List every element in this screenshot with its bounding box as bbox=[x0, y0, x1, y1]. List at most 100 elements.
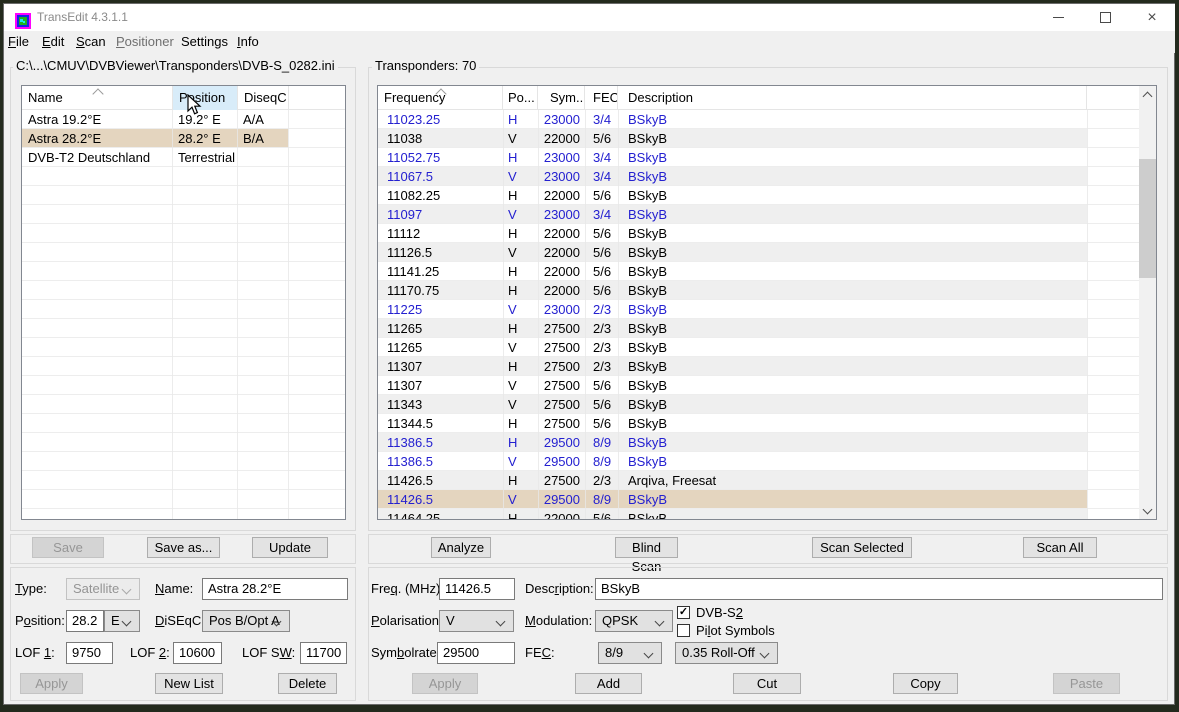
menu-item-info[interactable]: Info bbox=[237, 31, 259, 53]
freq-field[interactable]: 11426.5 bbox=[439, 578, 515, 600]
cut-button[interactable]: Cut bbox=[733, 673, 801, 694]
name-field[interactable]: Astra 28.2°E bbox=[202, 578, 348, 600]
d-cell: BSkyB bbox=[628, 112, 667, 127]
d-cell: BSkyB bbox=[628, 435, 667, 450]
new-list-button[interactable]: New List bbox=[155, 673, 223, 694]
lof1-field[interactable]: 9750 bbox=[66, 642, 113, 664]
lof2-field[interactable]: 10600 bbox=[173, 642, 222, 664]
d-cell: BSkyB bbox=[628, 492, 667, 507]
dvbs2-checkbox[interactable]: ✓ bbox=[677, 606, 690, 619]
transponder-row[interactable]: 11307V275005/6BSkyB bbox=[378, 376, 1139, 395]
scan-all-button[interactable]: Scan All bbox=[1023, 537, 1097, 558]
save-as-button[interactable]: Save as... bbox=[147, 537, 220, 558]
transponder-row[interactable]: 11126.5V220005/6BSkyB bbox=[378, 243, 1139, 262]
transponder-row[interactable]: 11343V275005/6BSkyB bbox=[378, 395, 1139, 414]
transponder-row[interactable]: 11307H275002/3BSkyB bbox=[378, 357, 1139, 376]
add-button[interactable]: Add bbox=[575, 673, 642, 694]
menu-item-positioner: Positioner bbox=[116, 31, 174, 53]
copy-button[interactable]: Copy bbox=[893, 673, 958, 694]
p-cell: H bbox=[508, 150, 517, 165]
column-header-filler bbox=[1087, 86, 1139, 110]
menu-item-edit[interactable]: Edit bbox=[42, 31, 64, 53]
name-cell: DVB-T2 Deutschland bbox=[28, 150, 150, 165]
vertical-scrollbar[interactable] bbox=[1139, 86, 1156, 519]
f-cell: 11343 bbox=[387, 397, 422, 412]
transponder-row[interactable]: 11386.5V295008/9BSkyB bbox=[378, 452, 1139, 471]
transponder-row[interactable]: 11426.5H275002/3Arqiva, Freesat bbox=[378, 471, 1139, 490]
scan-selected-button[interactable]: Scan Selected bbox=[812, 537, 912, 558]
column-header-position[interactable]: Position bbox=[173, 86, 238, 110]
transponder-row[interactable]: 11265V275002/3BSkyB bbox=[378, 338, 1139, 357]
transponder-row[interactable]: 11038V220005/6BSkyB bbox=[378, 129, 1139, 148]
lofsw-field[interactable]: 11700 bbox=[300, 642, 347, 664]
p-cell: H bbox=[508, 321, 517, 336]
column-header-fec[interactable]: FEC bbox=[585, 86, 618, 110]
scroll-up-button[interactable] bbox=[1139, 86, 1156, 103]
update-button[interactable]: Update bbox=[252, 537, 328, 558]
transponder-row[interactable]: 11082.25H220005/6BSkyB bbox=[378, 186, 1139, 205]
minimize-button[interactable] bbox=[1035, 4, 1082, 31]
s-cell: 22000 bbox=[538, 188, 580, 203]
maximize-button[interactable] bbox=[1082, 4, 1129, 31]
transponder-row[interactable]: 11097V230003/4BSkyB bbox=[378, 205, 1139, 224]
f-cell: 11112 bbox=[387, 226, 420, 241]
s-cell: 22000 bbox=[538, 131, 580, 146]
s-cell: 29500 bbox=[538, 454, 580, 469]
modulation-select[interactable]: QPSK bbox=[595, 610, 673, 632]
transponder-row[interactable]: 11170.75H220005/6BSkyB bbox=[378, 281, 1139, 300]
d-cell: BSkyB bbox=[628, 188, 667, 203]
column-header-polarisation[interactable]: Po... bbox=[503, 86, 538, 110]
close-button[interactable]: × bbox=[1129, 4, 1175, 31]
transponder-row[interactable]: 11067.5V230003/4BSkyB bbox=[378, 167, 1139, 186]
column-header-symbolrate[interactable]: Sym... bbox=[538, 86, 585, 110]
f-cell: 11023.25 bbox=[387, 112, 440, 127]
position-cell: Terrestrial bbox=[178, 150, 235, 165]
apply-list-button: Apply bbox=[20, 673, 83, 694]
fec-cell: 2/3 bbox=[593, 340, 611, 355]
column-header-description[interactable]: Description bbox=[618, 86, 1087, 110]
s-cell: 22000 bbox=[538, 226, 580, 241]
menu-item-file[interactable]: File bbox=[8, 31, 29, 53]
titlebar: TransEdit 4.3.1.1 bbox=[4, 4, 1175, 31]
diseqc-select[interactable]: Pos B/Opt A bbox=[202, 610, 290, 632]
chevron-up-icon bbox=[1143, 92, 1153, 102]
menu-item-scan[interactable]: Scan bbox=[76, 31, 106, 53]
fec-select[interactable]: 8/9 bbox=[598, 642, 662, 664]
delete-button[interactable]: Delete bbox=[278, 673, 337, 694]
satellite-row[interactable]: DVB-T2 Deutschland Terrestrial bbox=[22, 148, 345, 167]
f-cell: 11307 bbox=[387, 359, 422, 374]
satellite-row[interactable]: Astra 19.2°E19.2° EA/A bbox=[22, 110, 345, 129]
column-header-filler bbox=[289, 86, 345, 110]
description-field[interactable]: BSkyB bbox=[595, 578, 1163, 600]
satellite-row[interactable]: Astra 28.2°E28.2° EB/A bbox=[22, 129, 345, 148]
transponder-row[interactable]: 11052.75H230003/4BSkyB bbox=[378, 148, 1139, 167]
transponder-row[interactable]: 11112H220005/6BSkyB bbox=[378, 224, 1139, 243]
transponder-row[interactable]: 11225V230002/3BSkyB bbox=[378, 300, 1139, 319]
rolloff-select[interactable]: 0.35 Roll-Off bbox=[675, 642, 778, 664]
menu-item-settings[interactable]: Settings bbox=[181, 31, 228, 53]
column-header-diseqc[interactable]: DiseqC bbox=[238, 86, 289, 110]
d-cell: BSkyB bbox=[628, 150, 667, 165]
symbolrate-field[interactable]: 29500 bbox=[437, 642, 515, 664]
analyze-button[interactable]: Analyze bbox=[431, 537, 491, 558]
fec-cell: 5/6 bbox=[593, 245, 611, 260]
transponder-row[interactable]: 11464.25H220005/6BSkyB bbox=[378, 509, 1139, 519]
transponder-row[interactable]: 11344.5H275005/6BSkyB bbox=[378, 414, 1139, 433]
s-cell: 23000 bbox=[538, 150, 580, 165]
transponder-row[interactable]: 11265H275002/3BSkyB bbox=[378, 319, 1139, 338]
scrollbar-thumb[interactable] bbox=[1139, 159, 1156, 278]
fec-cell: 5/6 bbox=[593, 397, 611, 412]
column-gridline bbox=[288, 110, 289, 519]
direction-select[interactable]: E bbox=[104, 610, 140, 632]
transponder-row[interactable]: 11023.25H230003/4BSkyB bbox=[378, 110, 1139, 129]
pilot-symbols-checkbox[interactable] bbox=[677, 624, 690, 637]
transponder-row[interactable]: 11386.5H295008/9BSkyB bbox=[378, 433, 1139, 452]
transponder-row[interactable]: 11141.25H220005/6BSkyB bbox=[378, 262, 1139, 281]
scroll-down-button[interactable] bbox=[1139, 502, 1156, 519]
transponder-row[interactable]: 11426.5V295008/9BSkyB bbox=[378, 490, 1139, 509]
blind-scan-button[interactable]: Blind Scan bbox=[615, 537, 678, 558]
p-cell: V bbox=[508, 207, 517, 222]
d-cell: BSkyB bbox=[628, 207, 667, 222]
polarisation-select[interactable]: V bbox=[439, 610, 514, 632]
position-field[interactable]: 28.2 bbox=[66, 610, 104, 632]
